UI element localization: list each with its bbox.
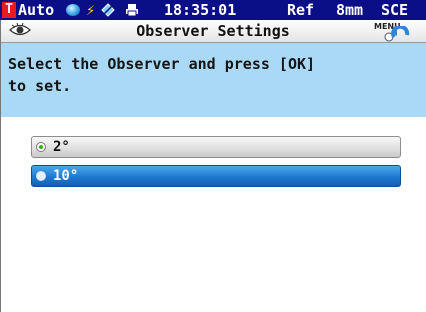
printer-icon: [126, 4, 138, 17]
status-bar: T Auto ⚡ 18:35:01 Ref 8mm SCE: [0, 0, 426, 20]
clock-time: 18:35:01: [164, 1, 237, 19]
radio-selected-icon: [36, 142, 46, 152]
flash-icon: ⚡: [86, 1, 96, 19]
target-mode-icon: T: [2, 2, 16, 18]
observer-option-10deg[interactable]: 10°: [31, 165, 401, 187]
title-bar: Observer Settings MENU: [0, 20, 426, 43]
connection-icon: [101, 3, 115, 17]
observer-option-list: 2° 10°: [0, 117, 426, 312]
measurement-mode: Auto: [18, 1, 55, 19]
screen-border: [0, 20, 1, 312]
aperture-indicator: 8mm: [336, 1, 364, 19]
specular-indicator: SCE: [381, 1, 409, 19]
instruction-text: Select the Observer and press [OK] to se…: [8, 55, 316, 95]
calibration-ball-icon: [66, 4, 80, 16]
device-screen: T Auto ⚡ 18:35:01 Ref 8mm SCE Observer S…: [0, 0, 426, 312]
option-label: 2°: [53, 139, 70, 155]
menu-back-icon[interactable]: [380, 26, 410, 42]
reference-indicator: Ref: [287, 1, 315, 19]
radio-icon: [36, 171, 46, 181]
page-title: Observer Settings: [136, 22, 290, 40]
instruction-panel: Select the Observer and press [OK] to se…: [0, 43, 426, 117]
observer-option-2deg[interactable]: 2°: [31, 136, 401, 158]
option-label: 10°: [53, 168, 79, 184]
